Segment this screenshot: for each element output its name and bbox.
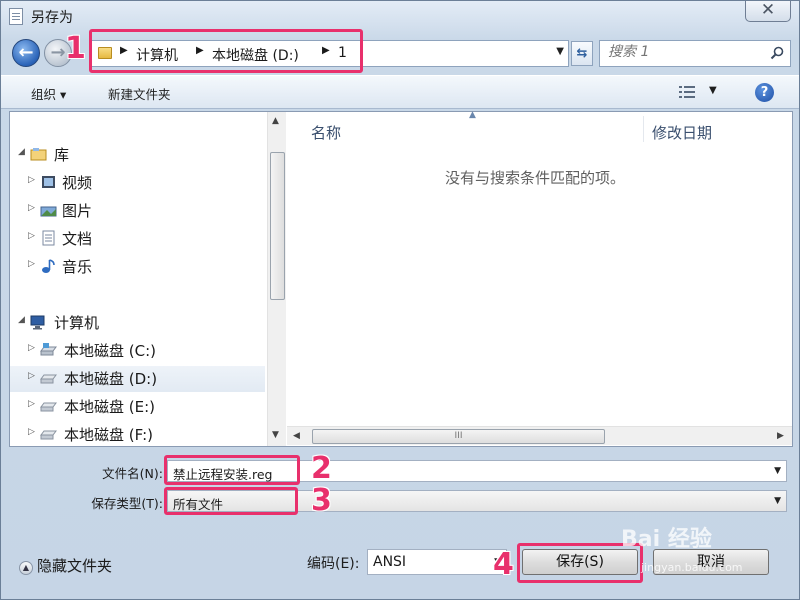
tree-item-computer[interactable]: ◢ 计算机 — [10, 310, 265, 336]
tree-label: 本地磁盘 (F:) — [64, 426, 153, 444]
refresh-button[interactable]: ⇆ — [571, 41, 593, 66]
callout-number: 2 — [311, 451, 332, 486]
library-icon — [30, 148, 47, 161]
tree-item-drive-c[interactable]: ▷ 本地磁盘 (C:) — [10, 338, 265, 364]
tree-item-drive-d[interactable]: ▷ 本地磁盘 (D:) — [10, 366, 265, 392]
drive-icon — [40, 374, 57, 384]
tree-label: 视频 — [62, 174, 93, 192]
command-toolbar: 组织 ▾ 新建文件夹 ▼ ? — [1, 75, 799, 109]
scrollbar-thumb[interactable]: III — [312, 429, 605, 444]
column-header-date-modified[interactable]: 修改日期 — [652, 122, 712, 143]
tree-label: 本地磁盘 (D:) — [64, 370, 158, 388]
tree-item-videos[interactable]: ▷ 视频 — [10, 170, 265, 196]
column-divider[interactable] — [643, 116, 644, 142]
sort-ascending-icon: ▲ — [469, 110, 476, 120]
filetype-label: 保存类型(T): — [91, 496, 163, 511]
tree-item-libraries[interactable]: ◢ 库 — [10, 142, 265, 168]
window-title: 另存为 — [31, 10, 73, 26]
scrollbar-thumb[interactable] — [270, 152, 285, 300]
expand-arrow-icon[interactable]: ◢ — [18, 315, 25, 325]
search-box[interactable] — [599, 40, 791, 67]
document-library-icon — [42, 230, 55, 246]
collapse-arrow-icon[interactable]: ▷ — [28, 371, 35, 381]
collapse-arrow-icon[interactable]: ▷ — [28, 259, 35, 269]
computer-icon — [30, 315, 45, 330]
chevron-up-icon: ▲ — [19, 561, 33, 575]
new-folder-button[interactable]: 新建文件夹 — [108, 84, 171, 103]
organize-button[interactable]: 组织 ▾ — [31, 84, 66, 103]
system-drive-icon — [40, 343, 57, 356]
encoding-value[interactable]: ANSI — [373, 554, 406, 570]
notepad-icon — [9, 8, 23, 25]
callout-number: 4 — [493, 547, 514, 582]
watermark-logo: Bai 经验 — [621, 527, 712, 552]
scroll-up-icon[interactable]: ▲ — [272, 116, 279, 126]
chevron-down-icon[interactable]: ▼ — [774, 496, 781, 506]
tree-label: 音乐 — [62, 258, 93, 276]
callout-box-filename — [164, 455, 300, 485]
music-library-icon — [42, 259, 55, 273]
save-as-dialog: 另存为 ✕ ← → ▶ 计算机 ▶ 本地磁盘 (D:) ▶ 1 ▼ ⇆ 组织 ▾… — [0, 0, 800, 600]
tree-item-pictures[interactable]: ▷ 图片 — [10, 198, 265, 224]
close-button[interactable]: ✕ — [745, 1, 791, 22]
callout-number: 3 — [311, 483, 332, 518]
tree-item-drive-e[interactable]: ▷ 本地磁盘 (E:) — [10, 394, 265, 420]
hide-folders-toggle[interactable]: ▲ 隐藏文件夹 — [19, 555, 112, 576]
encoding-label: 编码(E): — [307, 556, 360, 572]
collapse-arrow-icon[interactable]: ▷ — [28, 427, 35, 437]
drive-icon — [40, 430, 57, 440]
collapse-arrow-icon[interactable]: ▷ — [28, 175, 35, 185]
collapse-arrow-icon[interactable]: ▷ — [28, 203, 35, 213]
empty-results-message: 没有与搜索条件匹配的项。 — [445, 169, 626, 187]
scroll-left-icon[interactable]: ◀ — [293, 431, 300, 441]
tree-item-documents[interactable]: ▷ 文档 — [10, 226, 265, 252]
file-list-horizontal-scrollbar[interactable]: ◀ III ▶ — [287, 426, 792, 445]
watermark-url: jingyan.baidu.com — [641, 561, 743, 574]
view-options-icon[interactable] — [679, 85, 695, 99]
file-list-pane: ▲ 名称 修改日期 没有与搜索条件匹配的项。 ◀ III ▶ — [287, 110, 792, 446]
callout-box-breadcrumb — [89, 29, 363, 73]
tree-label: 计算机 — [54, 314, 100, 332]
navigation-pane-scrollbar[interactable]: ▲ ▼ — [267, 112, 286, 446]
callout-number: 1 — [65, 31, 86, 66]
browser-area: ◢ 库 ▷ 视频 ▷ 图片 ▷ 文档 ▷ 音乐 ◢ 计算机 ▷ 本地磁盘 (C:… — [9, 110, 793, 447]
search-icon[interactable] — [770, 46, 784, 60]
chevron-down-icon[interactable]: ▼ — [556, 46, 564, 57]
column-header-name[interactable]: 名称 — [311, 122, 341, 143]
tree-label: 图片 — [62, 202, 93, 220]
filename-label: 文件名(N): — [102, 466, 163, 481]
chevron-down-icon[interactable]: ▼ — [709, 85, 717, 96]
search-input[interactable] — [608, 44, 758, 60]
callout-box-filetype — [164, 487, 298, 515]
collapse-arrow-icon[interactable]: ▷ — [28, 343, 35, 353]
tree-item-music[interactable]: ▷ 音乐 — [10, 254, 265, 280]
drive-icon — [40, 402, 57, 412]
picture-library-icon — [40, 206, 57, 217]
encoding-select[interactable]: ANSI ▼ — [367, 549, 507, 575]
tree-label: 本地磁盘 (C:) — [64, 342, 156, 360]
collapse-arrow-icon[interactable]: ▷ — [28, 399, 35, 409]
chevron-down-icon[interactable]: ▼ — [774, 466, 781, 476]
navigation-pane: ◢ 库 ▷ 视频 ▷ 图片 ▷ 文档 ▷ 音乐 ◢ 计算机 ▷ 本地磁盘 (C:… — [10, 112, 274, 446]
column-header-row: ▲ 名称 修改日期 — [287, 110, 792, 146]
hide-folders-label: 隐藏文件夹 — [37, 557, 113, 575]
tree-label: 本地磁盘 (E:) — [64, 398, 156, 416]
collapse-arrow-icon[interactable]: ▷ — [28, 231, 35, 241]
video-library-icon — [42, 176, 55, 188]
tree-label: 文档 — [62, 230, 93, 248]
tree-item-drive-f[interactable]: ▷ 本地磁盘 (F:) — [10, 422, 265, 446]
scroll-right-icon[interactable]: ▶ — [777, 431, 784, 441]
help-icon[interactable]: ? — [755, 83, 774, 102]
scroll-down-icon[interactable]: ▼ — [272, 430, 279, 440]
tree-label: 库 — [54, 146, 70, 164]
back-button[interactable]: ← — [12, 39, 40, 67]
expand-arrow-icon[interactable]: ◢ — [18, 147, 25, 157]
